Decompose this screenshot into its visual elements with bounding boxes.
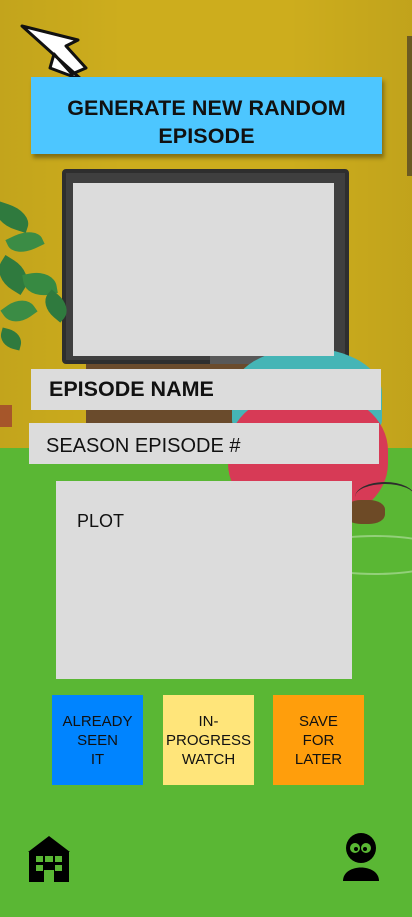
in-progress-watch-button[interactable]: IN- PROGRESS WATCH bbox=[163, 695, 254, 785]
save-for-later-button[interactable]: SAVE FOR LATER bbox=[273, 695, 364, 785]
plot-label: PLOT bbox=[77, 511, 125, 531]
background-frame bbox=[407, 36, 412, 176]
background-plant-pot bbox=[0, 405, 12, 427]
plot-box: PLOT bbox=[56, 481, 352, 679]
generate-random-episode-button[interactable]: GENERATE NEW RANDOM EPISODE bbox=[31, 77, 382, 154]
episode-name-field: EPISODE NAME bbox=[31, 369, 381, 410]
episode-image-placeholder bbox=[73, 183, 334, 356]
user-profile-icon[interactable] bbox=[341, 833, 381, 883]
season-episode-field: SEASON EPISODE # bbox=[29, 423, 379, 464]
home-building-icon[interactable] bbox=[26, 834, 72, 884]
already-seen-button[interactable]: ALREADY SEEN IT bbox=[52, 695, 143, 785]
